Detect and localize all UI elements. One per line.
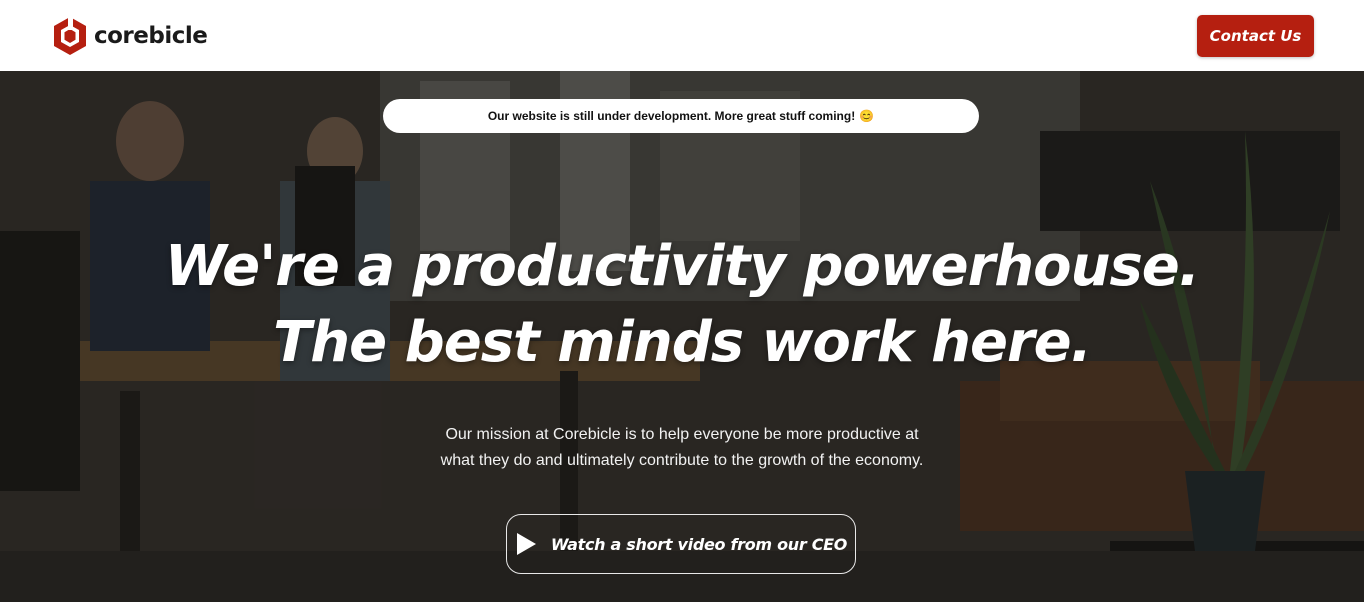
mission-line-1: Our mission at Corebicle is to help ever… bbox=[445, 426, 919, 443]
mission-line-2: what they do and ultimately contribute t… bbox=[440, 452, 924, 469]
contact-us-button[interactable]: Contact Us bbox=[1197, 14, 1314, 57]
site-header: corebicle Contact Us bbox=[0, 0, 1364, 71]
video-button-label: Watch a short video from our CEO bbox=[550, 534, 848, 554]
brand-home-link[interactable]: corebicle bbox=[52, 16, 208, 56]
smile-emoji-icon: 😊 bbox=[859, 109, 875, 123]
watch-ceo-video-button[interactable]: Watch a short video from our CEO bbox=[506, 514, 856, 574]
hero-section: Our website is still under development. … bbox=[0, 71, 1364, 602]
headline-line-1: We're a productivity powerhouse. bbox=[164, 234, 1200, 299]
hero-headline: We're a productivity powerhouse. The bes… bbox=[0, 229, 1364, 381]
hexagon-logo-icon bbox=[54, 16, 86, 55]
notice-text: Our website is still under development. … bbox=[487, 109, 856, 123]
development-notice-banner: Our website is still under development. … bbox=[383, 99, 979, 133]
mission-statement: Our mission at Corebicle is to help ever… bbox=[382, 422, 982, 474]
brand-name: corebicle bbox=[94, 22, 208, 49]
play-icon bbox=[516, 533, 536, 555]
headline-line-2: The best minds work here. bbox=[273, 310, 1092, 375]
